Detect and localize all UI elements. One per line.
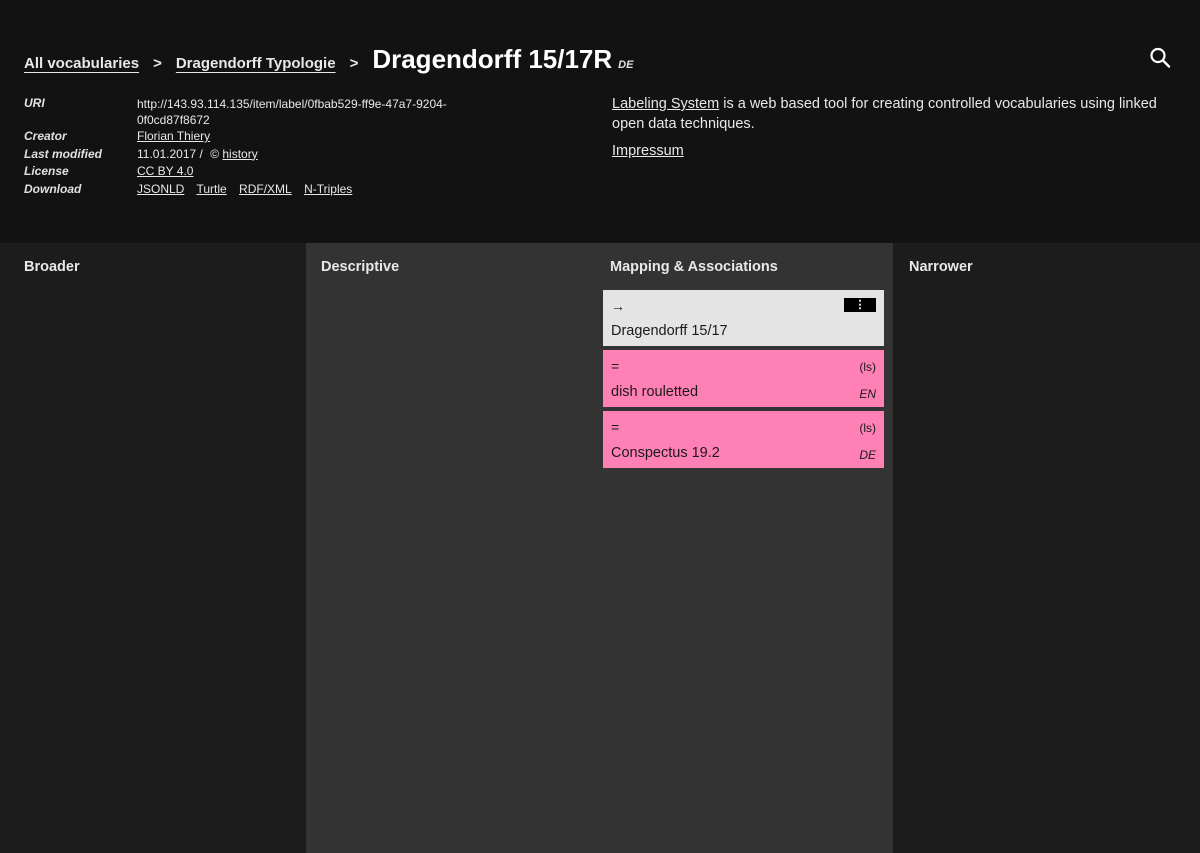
impressum-link[interactable]: Impressum	[612, 143, 684, 159]
search-button[interactable]	[1148, 46, 1172, 70]
mapping-label: dish rouletted	[611, 384, 699, 400]
download-rdfxml-link[interactable]: RDF/XML	[239, 182, 292, 196]
mapping-language: DE	[859, 448, 876, 462]
labeling-system-link[interactable]: Labeling System	[612, 96, 719, 112]
uri-label: URI	[24, 96, 45, 110]
relation-equals-icon: =	[611, 419, 620, 435]
breadcrumb-separator: >	[349, 55, 359, 72]
descriptive-column: Descriptive	[306, 243, 596, 853]
metadata-row-modified: Last modified 11.01.2017 / © history	[24, 146, 497, 164]
metadata-row-download: Download JSONLD Turtle RDF/XML N-Triples	[24, 181, 497, 199]
mapping-heading: Mapping & Associations	[610, 259, 778, 275]
download-label: Download	[24, 181, 82, 196]
mapping-column: Mapping & Associations → ⋮ Dragendorff 1…	[596, 243, 893, 853]
broader-heading: Broader	[24, 259, 80, 275]
vertical-dots-icon[interactable]: ⋮	[844, 298, 876, 312]
license-label: License	[24, 164, 69, 178]
license-link[interactable]: CC BY 4.0	[137, 164, 193, 178]
page-header: All vocabularies > Dragendorff Typologie…	[0, 0, 1200, 243]
page-title: Dragendorff 15/17R	[372, 44, 613, 74]
creator-label: Creator	[24, 129, 67, 143]
metadata-row-creator: Creator Florian Thiery	[24, 128, 497, 146]
title-language-tag: DE	[618, 59, 634, 71]
mapping-source: (ls)	[859, 421, 876, 435]
narrower-column: Narrower	[893, 243, 1200, 853]
download-jsonld-link[interactable]: JSONLD	[137, 182, 184, 196]
relation-arrow-icon: →	[611, 298, 625, 314]
search-icon	[1150, 47, 1171, 68]
mapping-label: Dragendorff 15/17	[611, 323, 728, 339]
descriptive-heading: Descriptive	[321, 259, 400, 275]
about-text: Labeling System is a web based tool for …	[612, 94, 1182, 134]
breadcrumb: All vocabularies > Dragendorff Typologie…	[24, 44, 633, 75]
breadcrumb-separator: >	[153, 55, 162, 72]
download-turtle-link[interactable]: Turtle	[196, 182, 226, 196]
broader-column: Broader	[0, 243, 306, 853]
download-ntriples-link[interactable]: N-Triples	[304, 182, 352, 196]
breadcrumb-dragendorff-typologie[interactable]: Dragendorff Typologie	[176, 55, 336, 72]
history-link[interactable]: history	[222, 147, 257, 161]
relation-equals-icon: =	[611, 358, 620, 374]
mapping-language: EN	[859, 387, 876, 401]
mapping-card[interactable]: = (ls) Conspectus 19.2 DE	[603, 411, 884, 468]
metadata-table: URI http://143.93.114.135/item/label/0fb…	[24, 95, 497, 198]
metadata-row-license: License CC BY 4.0	[24, 163, 497, 181]
mapping-label: Conspectus 19.2	[611, 445, 720, 461]
mapping-card[interactable]: = (ls) dish rouletted EN	[603, 350, 884, 407]
mapping-card[interactable]: → ⋮ Dragendorff 15/17	[603, 290, 884, 346]
breadcrumb-all-vocabularies[interactable]: All vocabularies	[24, 55, 139, 72]
creator-link[interactable]: Florian Thiery	[137, 129, 210, 143]
mapping-source: (ls)	[859, 360, 876, 374]
modified-label: Last modified	[24, 146, 103, 161]
copyright-icon: ©	[210, 146, 220, 161]
metadata-row-uri: URI http://143.93.114.135/item/label/0fb…	[24, 95, 497, 128]
uri-value: http://143.93.114.135/item/label/0fbab52…	[137, 97, 447, 127]
narrower-heading: Narrower	[909, 259, 973, 275]
modified-value: 11.01.2017 /	[137, 146, 203, 161]
